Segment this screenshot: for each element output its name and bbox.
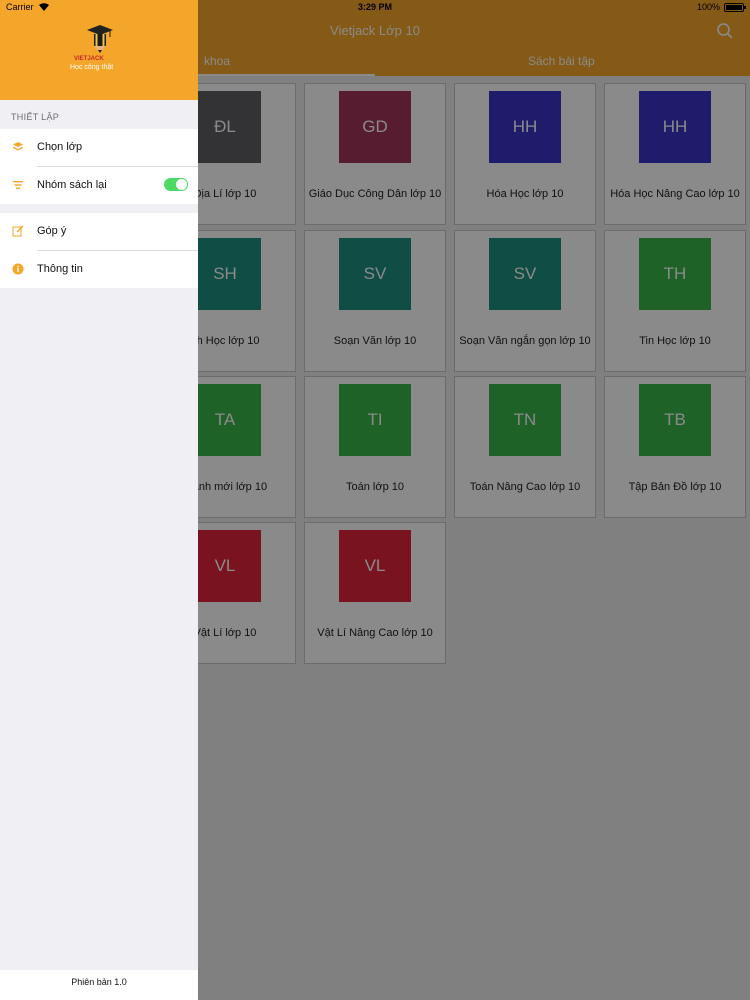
settings-section-title: THIẾT LẬP: [11, 112, 60, 122]
menu-item-label: Nhóm sách lại: [37, 179, 107, 191]
logo-brand-text: VIETJACK: [74, 56, 104, 62]
drawer-header: Carrier VIETJACK Học công thật: [0, 0, 198, 100]
drawer-footer: Phiên bản 1.0: [0, 970, 198, 1000]
settings-menu-group: Chọn lớp Nhóm sách lại: [0, 129, 198, 204]
carrier-label: Carrier: [6, 2, 34, 12]
group-books-toggle[interactable]: [164, 178, 188, 191]
menu-item-group-books: Nhóm sách lại: [0, 167, 198, 204]
wifi-icon: [39, 3, 49, 12]
menu-item-feedback[interactable]: Góp ý: [0, 213, 198, 251]
version-label: Phiên bản 1.0: [71, 977, 127, 987]
menu-item-choose-class[interactable]: Chọn lớp: [0, 129, 198, 167]
logo-tagline: Học công thật: [70, 64, 114, 71]
menu-item-label: Thông tin: [37, 263, 83, 275]
edit-icon: [12, 225, 24, 237]
menu-item-label: Chọn lớp: [37, 141, 83, 153]
menu-item-label: Góp ý: [37, 225, 67, 237]
info-menu-group: Góp ý Thông tin: [0, 213, 198, 288]
side-drawer: Carrier VIETJACK Học công thật THIẾT LẬP…: [0, 0, 198, 1000]
info-icon: [12, 263, 24, 275]
pencil-graduation-cap-logo: [87, 25, 113, 53]
menu-item-info[interactable]: Thông tin: [0, 251, 198, 288]
filter-icon: [13, 181, 23, 189]
layers-icon: [13, 142, 23, 151]
